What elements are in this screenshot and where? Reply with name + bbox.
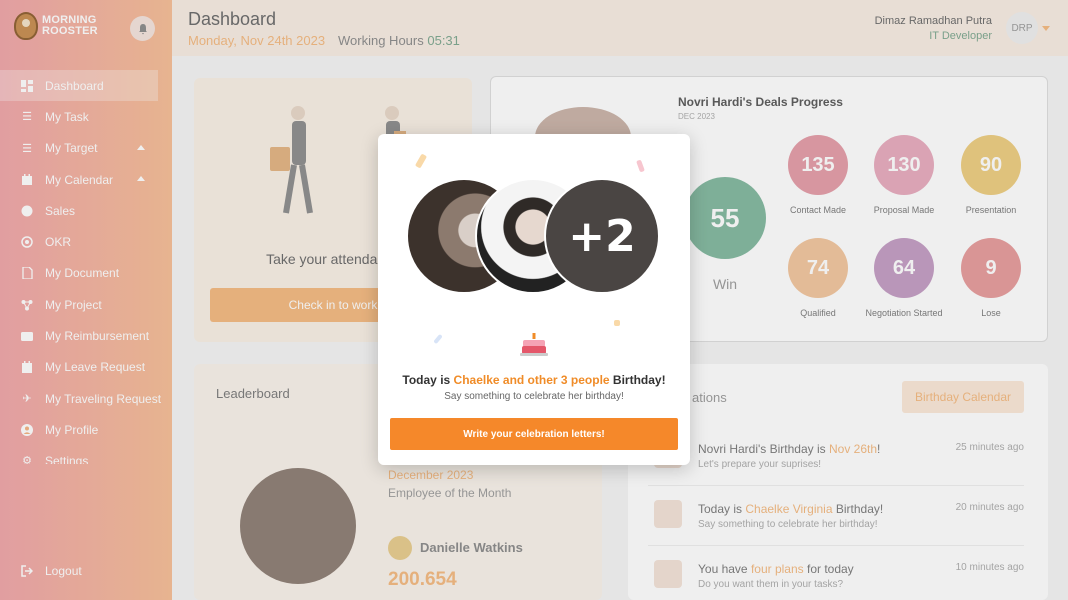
modal-title-pre: Today is <box>402 373 454 387</box>
birthday-avatar-more: +2 <box>544 178 660 294</box>
write-celebration-letters-button[interactable]: Write your celebration letters! <box>390 418 678 450</box>
birthday-modal: +2 Today is Chaelke and other 3 people B… <box>378 134 690 465</box>
extra-count: +2 <box>568 210 636 262</box>
app-window: MORNING ROOSTER Dashboard ☰ My Task ☰ My… <box>0 0 1068 600</box>
confetti <box>414 153 428 169</box>
modal-title-post: Birthday! <box>609 373 666 387</box>
modal-title: Today is Chaelke and other 3 people Birt… <box>378 373 690 387</box>
cake-icon <box>520 333 548 356</box>
confetti <box>636 159 645 173</box>
confetti <box>433 333 443 345</box>
confetti <box>614 320 620 326</box>
modal-title-highlight: Chaelke and other 3 people <box>453 373 610 387</box>
modal-subtitle: Say something to celebrate her birthday! <box>444 391 624 402</box>
